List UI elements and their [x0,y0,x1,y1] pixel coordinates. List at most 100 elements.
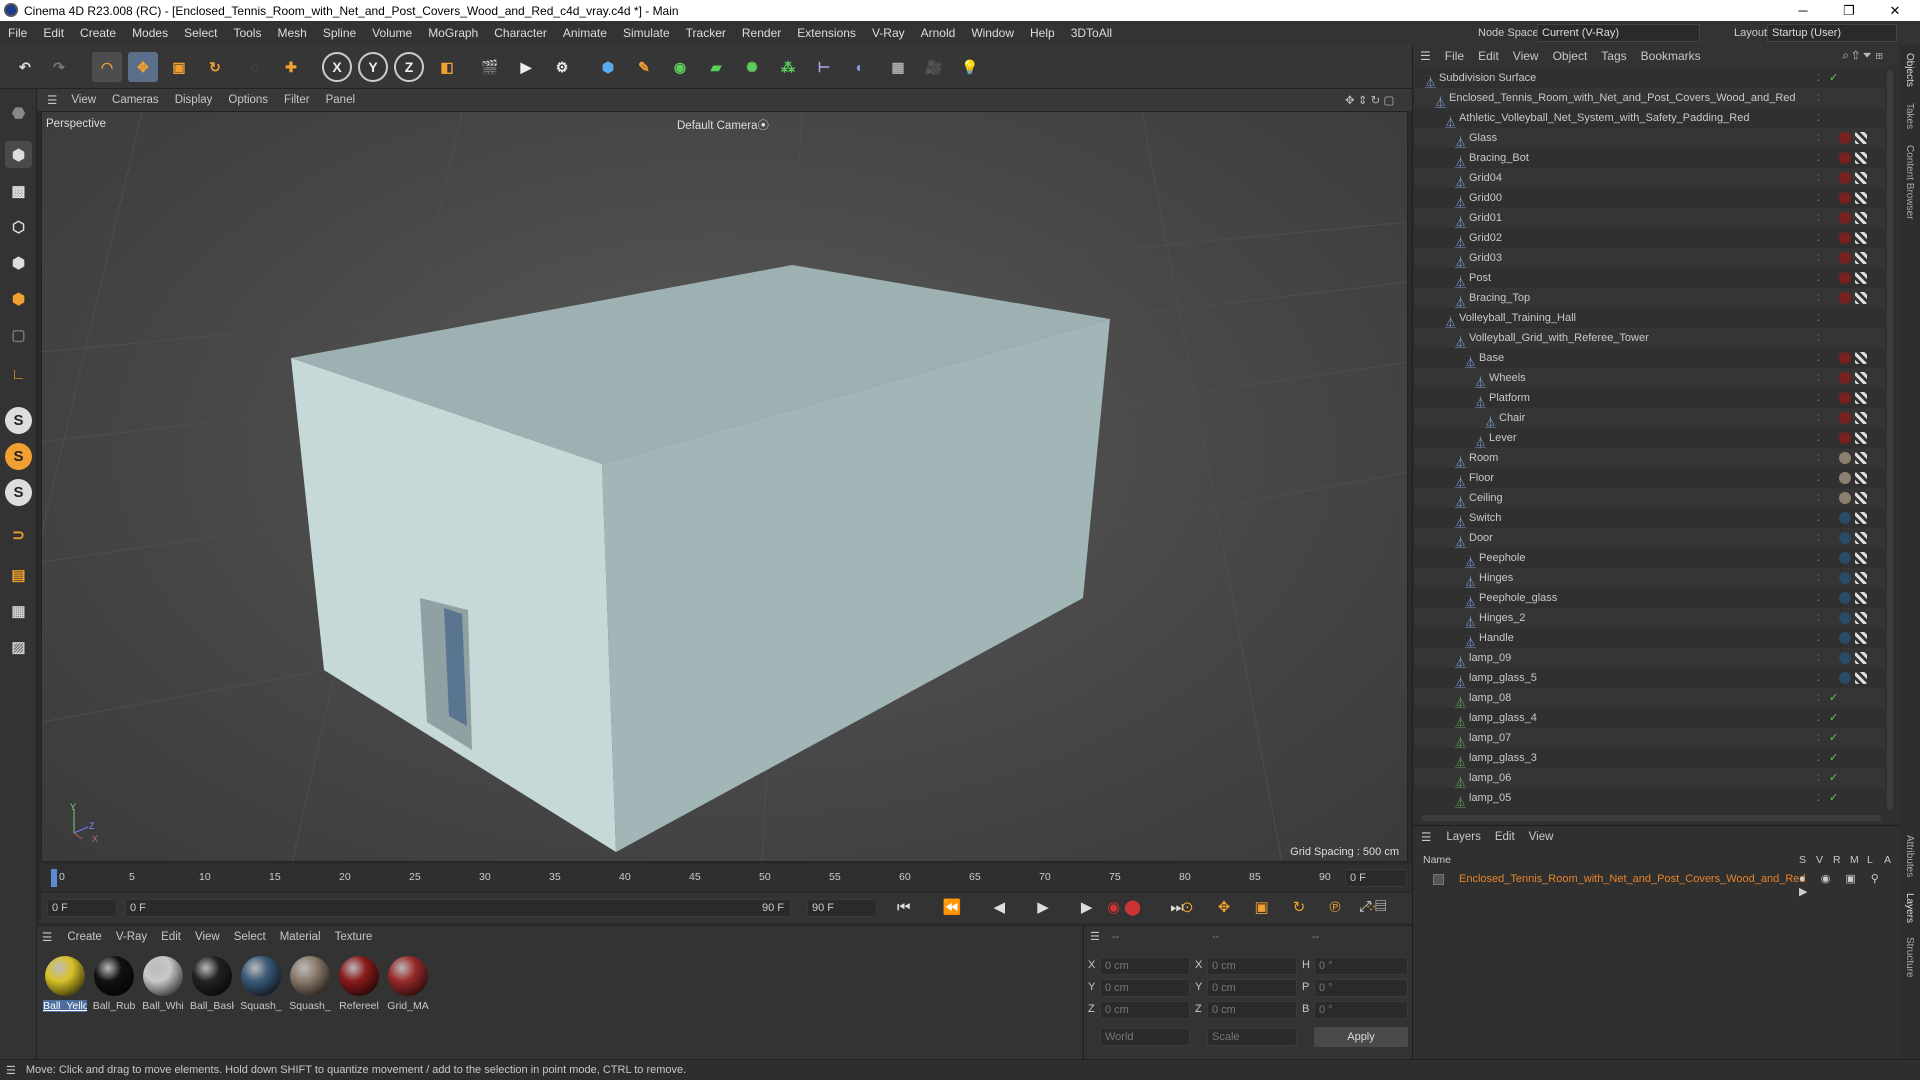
obj-menu-edit[interactable]: Edit [1471,49,1506,63]
material-tag-icon[interactable] [1839,172,1851,184]
rotation-b-field[interactable]: 0 ° [1314,1001,1408,1019]
material-tag-icon[interactable] [1839,472,1851,484]
mat-menu-view[interactable]: View [188,931,227,943]
tab-content-browser[interactable]: Content Browser [1904,145,1915,219]
scale-tool-icon[interactable]: ▣ [164,52,194,82]
redo-icon[interactable]: ↷ [44,52,74,82]
menu-vray[interactable]: V-Ray [864,26,913,40]
timeline-extra-icons[interactable]: ⤢ ▤ [1359,898,1387,915]
visibility-dots-icon[interactable]: ⁚ [1817,448,1820,468]
status-hamburger-icon[interactable]: ☰ [0,1064,26,1077]
object-row[interactable]: ⏅ Grid00 ⁚ [1415,188,1885,209]
snap-s1-button[interactable]: S [5,407,32,434]
live-selection-icon[interactable]: ◠ [92,52,122,82]
enabled-check-icon[interactable]: ✓ [1829,708,1838,728]
rotation-p-field[interactable]: 0 ° [1314,979,1408,997]
rotation-h-field[interactable]: 0 ° [1314,957,1408,975]
extrude-icon[interactable]: ▰ [701,52,731,82]
world-select[interactable]: World [1100,1028,1190,1046]
object-row[interactable]: ⏅ Volleyball_Grid_with_Referee_Tower ⁚ [1415,328,1885,349]
visibility-dots-icon[interactable]: ⁚ [1817,708,1820,728]
object-row[interactable]: ⏅ Hinges ⁚ [1415,568,1885,589]
visibility-dots-icon[interactable]: ⁚ [1817,328,1820,348]
texture-tag-icon[interactable] [1855,172,1867,184]
obj-hamburger-icon[interactable]: ☰ [1413,49,1438,63]
3d-viewport[interactable]: Perspective Default Camera⦿ Grid Spacing… [41,111,1408,862]
material-tag-icon[interactable] [1839,552,1851,564]
selection-filter-icon[interactable]: ◌ [240,52,270,82]
magnet-icon[interactable]: ⊃ [5,521,32,548]
close-button[interactable]: ✕ [1872,0,1918,21]
object-row[interactable]: ⏅ Post ⁚ [1415,268,1885,289]
object-row[interactable]: ⏅ Athletic_Volleyball_Net_System_with_Saf… [1415,108,1885,129]
object-horizontal-scrollbar[interactable] [1421,815,1881,821]
visibility-dots-icon[interactable]: ⁚ [1817,108,1820,128]
visibility-dots-icon[interactable]: ⁚ [1817,348,1820,368]
menu-mograph[interactable]: MoGraph [420,26,486,40]
object-row[interactable]: ⏅ Chair ⁚ [1415,408,1885,429]
layer-menu-view[interactable]: View [1522,831,1561,843]
material-tag-icon[interactable] [1839,652,1851,664]
menu-arnold[interactable]: Arnold [913,26,964,40]
tab-layers[interactable]: Layers [1904,893,1915,923]
visibility-dots-icon[interactable]: ⁚ [1817,268,1820,288]
object-row[interactable]: ⏅ Platform ⁚ [1415,388,1885,409]
visibility-dots-icon[interactable]: ⁚ [1817,508,1820,528]
texture-tag-icon[interactable] [1855,292,1867,304]
menu-edit[interactable]: Edit [35,26,72,40]
viewport-nav-icons[interactable]: ✥ ⇕ ↻ ▢ [1337,93,1402,107]
visibility-dots-icon[interactable]: ⁚ [1817,548,1820,568]
vp-menu-panel[interactable]: Panel [318,94,363,106]
object-row[interactable]: ⏅ Bracing_Bot ⁚ [1415,148,1885,169]
field-icon[interactable]: ◐ [845,52,875,82]
obj-menu-bookmarks[interactable]: Bookmarks [1634,49,1708,63]
viewport-menu-hamburger-icon[interactable]: ☰ [37,93,63,107]
texture-tag-icon[interactable] [1855,612,1867,624]
tab-takes[interactable]: Takes [1904,103,1915,129]
obj-menu-tags[interactable]: Tags [1594,49,1633,63]
material-tag-icon[interactable] [1839,452,1851,464]
texture-tag-icon[interactable] [1855,232,1867,244]
grid-snap-icon[interactable]: ▦ [5,597,32,624]
playback-controls[interactable]: ⏮ ⏪ ◀ ▶ ▶ ⏭ ⏭ [897,898,1198,916]
texture-tag-icon[interactable] [1855,492,1867,504]
coordinate-system-icon[interactable]: ◧ [432,52,462,82]
menu-simulate[interactable]: Simulate [615,26,678,40]
object-row[interactable]: ⏅ Room ⁚ [1415,448,1885,469]
node-space-select[interactable]: Current (V-Ray) [1537,24,1700,42]
visibility-dots-icon[interactable]: ⁚ [1817,288,1820,308]
camera-icon[interactable]: 🎥 [919,52,949,82]
texture-tag-icon[interactable] [1855,452,1867,464]
vp-menu-view[interactable]: View [63,94,104,106]
visibility-dots-icon[interactable]: ⁚ [1817,468,1820,488]
material-swatch[interactable]: Grid_MA [386,956,430,1012]
texture-tag-icon[interactable] [1855,352,1867,364]
cloner-icon[interactable]: ✺ [737,52,767,82]
scale-select[interactable]: Scale [1207,1028,1297,1046]
locked-workplane-icon[interactable]: ▨ [5,633,32,660]
timeline-ruler[interactable]: 0 5 10 15 20 25 30 35 40 45 50 55 60 65 70 75 80 85 90 0 F [41,865,1412,891]
material-tag-icon[interactable] [1839,292,1851,304]
lock-z-axis-button[interactable]: Z [394,52,424,82]
texture-tag-icon[interactable] [1855,412,1867,424]
visibility-dots-icon[interactable]: ⁚ [1817,248,1820,268]
menu-volume[interactable]: Volume [364,26,420,40]
pen-spline-icon[interactable]: ✎ [629,52,659,82]
mat-menu-material[interactable]: Material [273,931,328,943]
texture-tag-icon[interactable] [1855,152,1867,164]
mograph-icon[interactable]: ⁂ [773,52,803,82]
timeline-end-frame[interactable]: 0 F [1345,869,1407,887]
minimize-button[interactable]: ─ [1780,0,1826,21]
material-tag-icon[interactable] [1839,532,1851,544]
material-tag-icon[interactable] [1839,592,1851,604]
object-row[interactable]: ⏅ lamp_05 ⁚ ✓ [1415,788,1885,808]
key-mode-icons[interactable]: ⊙ ✥ ▣ ↻ ℗ ⁘ [1181,898,1387,916]
visibility-dots-icon[interactable]: ⁚ [1817,128,1820,148]
start-frame-field[interactable]: 0 F [47,899,117,917]
visibility-dots-icon[interactable]: ⁚ [1817,728,1820,748]
axis-mode-icon[interactable]: ∟ [5,361,32,388]
record-icon[interactable]: ◉ ⬤ [1107,898,1141,916]
material-tag-icon[interactable] [1839,432,1851,444]
object-row[interactable]: ⏅ Subdivision Surface ⁚ ✓ [1415,68,1885,89]
enabled-check-icon[interactable]: ✓ [1829,688,1838,708]
